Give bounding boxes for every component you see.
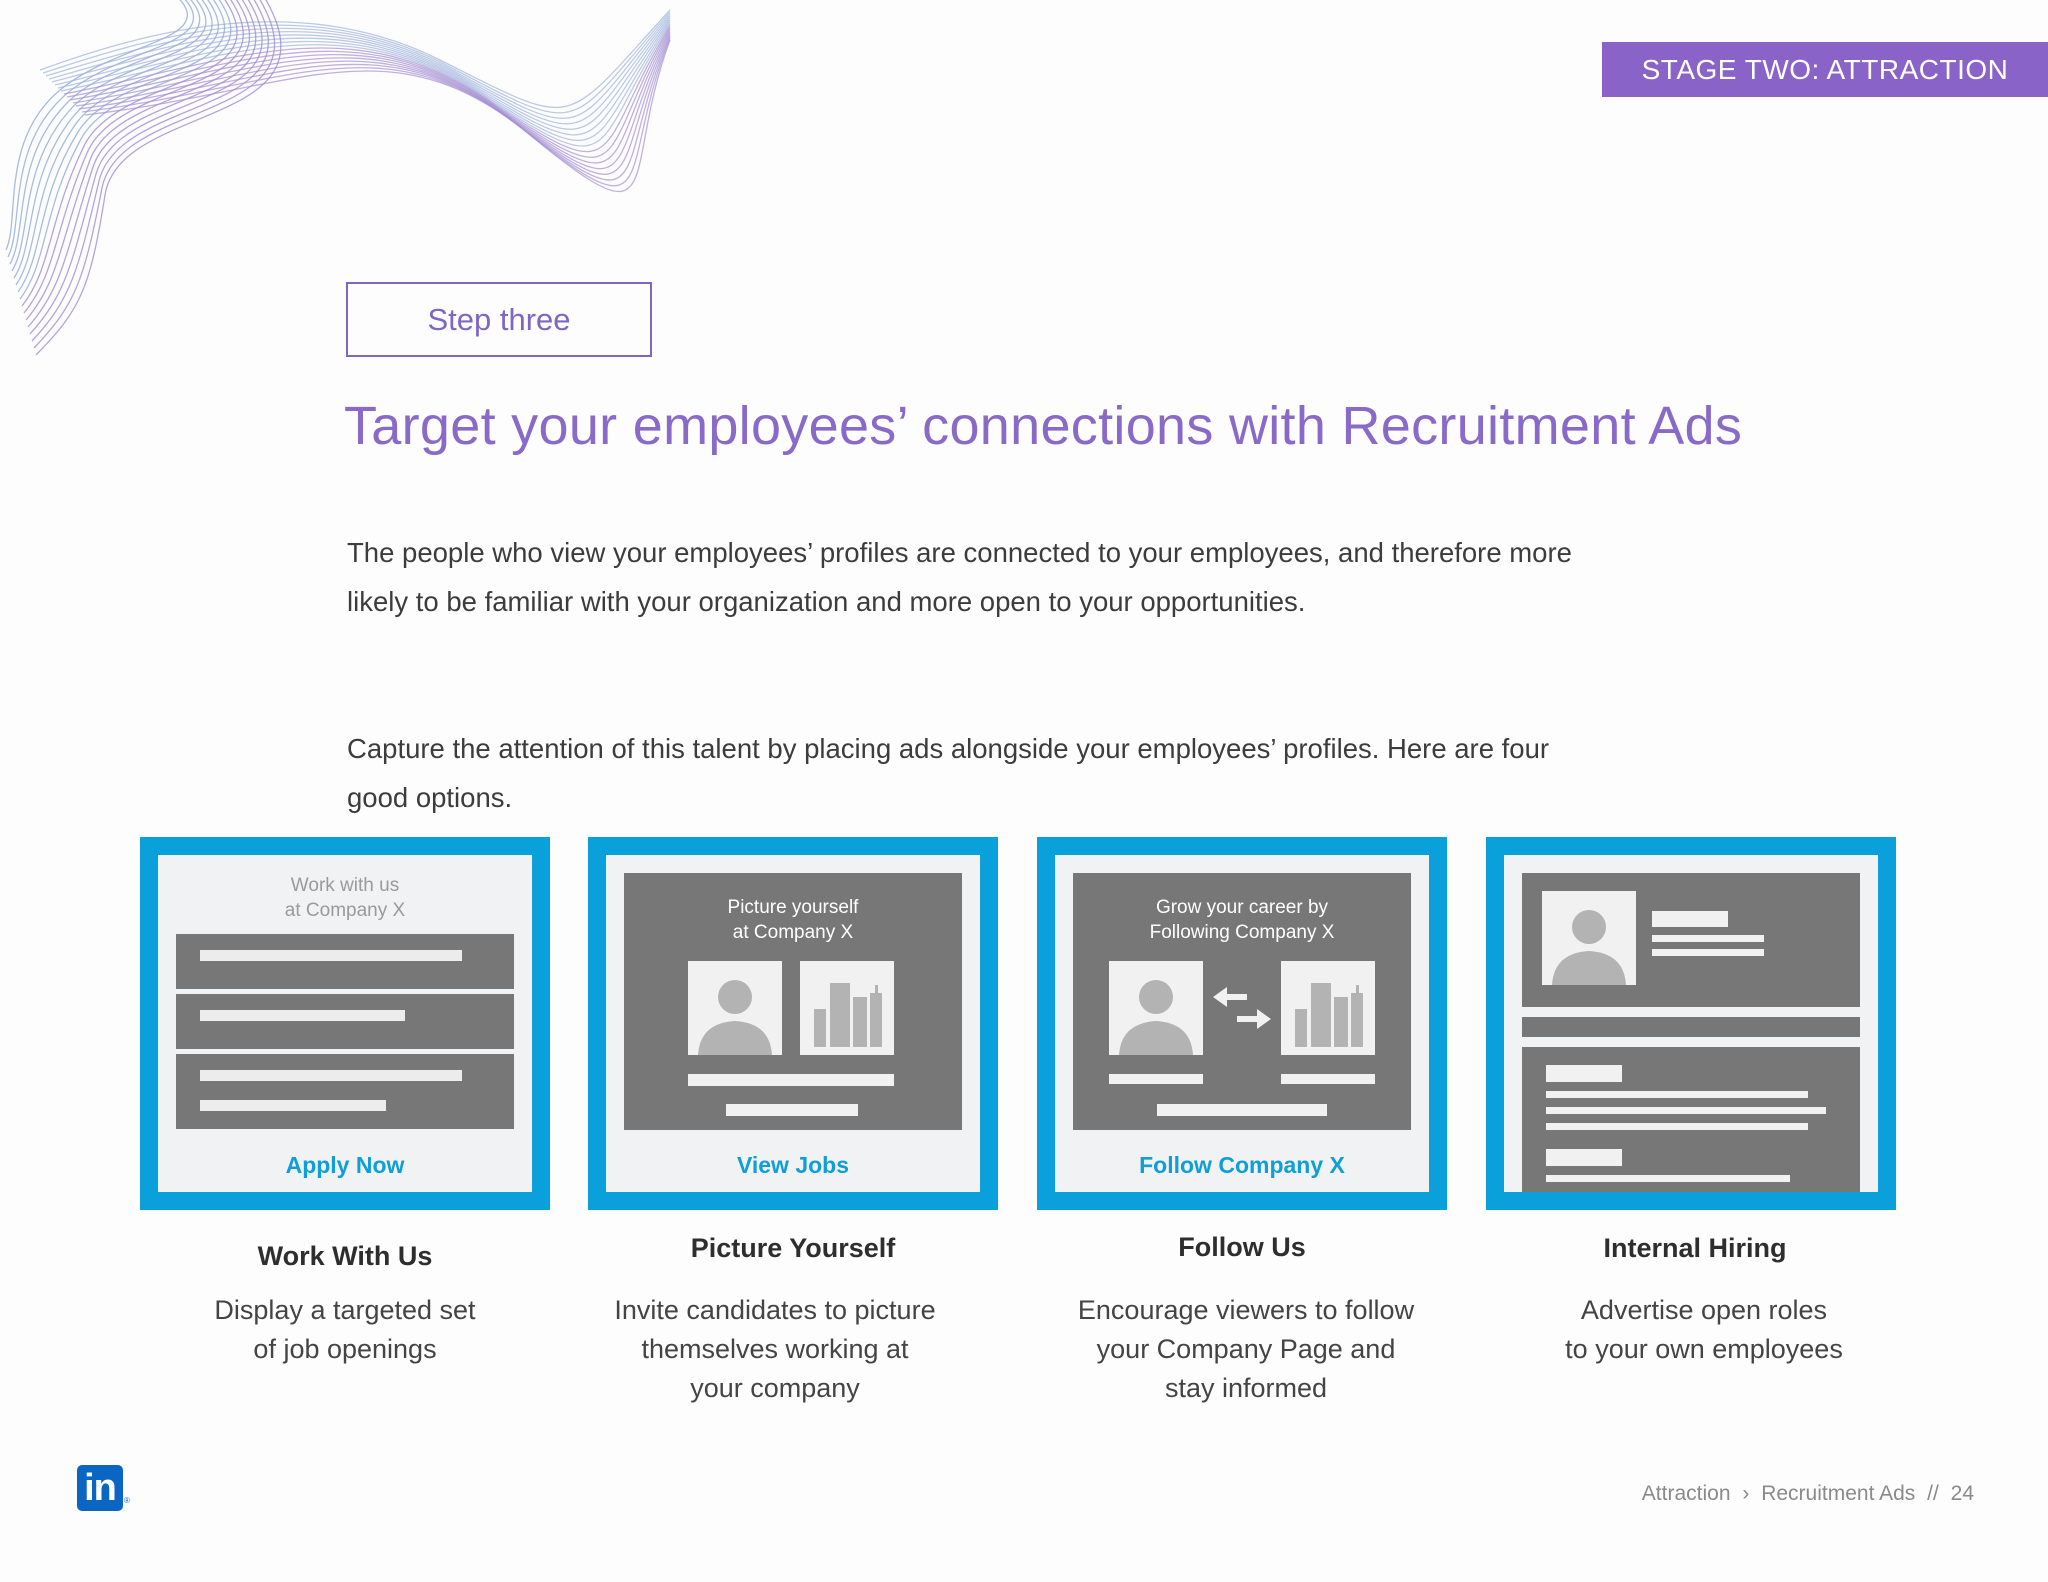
wave-line (48, 15, 671, 125)
description-line: stay informed (1164, 1373, 1328, 1403)
breadcrumb-subsection: Recruitment Ads (1761, 1482, 1916, 1505)
mock-caption-line: Grow your career by (1155, 897, 1329, 918)
ad-example-picture-yourself: Picture yourself at Company X View Jobs (588, 837, 998, 1210)
mock-caption: Picture yourself at Company X (624, 895, 962, 945)
breadcrumb-divider: // (1927, 1482, 1939, 1505)
building-icon (1281, 961, 1375, 1055)
person-avatar-icon (1109, 961, 1203, 1055)
description-line: Invite candidates to picture (614, 1295, 936, 1325)
card-title-internal-hiring: Internal Hiring (1603, 1233, 1787, 1263)
text-placeholder (1546, 1065, 1622, 1082)
page-number: 24 (1950, 1482, 1974, 1505)
stage-banner: STAGE TWO: ATTRACTION (1602, 42, 2048, 97)
text-placeholder (1652, 949, 1764, 956)
description-line: Advertise open roles (1580, 1295, 1828, 1325)
job-listing-row (176, 1054, 514, 1129)
mock-caption-line: at Company X (284, 900, 406, 921)
text-placeholder (1546, 1091, 1808, 1098)
text-placeholder (1652, 911, 1728, 927)
exchange-arrows-icon (1213, 987, 1271, 1029)
ad-panel: Grow your career by Following Company X (1073, 873, 1411, 1130)
wave-line (9, 0, 201, 265)
wave-line (21, 0, 238, 307)
mock-caption: Grow your career by Following Company X (1073, 895, 1411, 945)
text-placeholder (1109, 1074, 1203, 1084)
step-label: Step three (346, 282, 652, 357)
linkedin-logo-icon: in (77, 1465, 123, 1511)
description-line: Display a targeted set (214, 1295, 476, 1325)
text-placeholder (1546, 1107, 1826, 1114)
ad-mockup (1504, 855, 1878, 1192)
profile-header-panel (1522, 873, 1860, 1007)
card-title-picture-yourself: Picture Yourself (690, 1233, 896, 1263)
text-placeholder (200, 1010, 405, 1021)
mock-caption: Work with us at Company X (158, 873, 532, 923)
ad-example-work-with-us: Work with us at Company X Apply Now (140, 837, 550, 1210)
ad-mockup: Work with us at Company X Apply Now (158, 855, 532, 1192)
text-placeholder (1546, 1175, 1790, 1182)
view-jobs-button[interactable]: View Jobs (606, 1152, 980, 1179)
text-placeholder (200, 950, 462, 961)
text-placeholder (1546, 1123, 1808, 1130)
description-line: themselves working at (641, 1334, 909, 1364)
description-line: your Company Page and (1096, 1334, 1396, 1364)
text-placeholder (1652, 935, 1764, 942)
person-avatar-icon (688, 961, 782, 1055)
text-placeholder (1546, 1149, 1622, 1166)
options-paragraph: Capture the attention of this talent by … (347, 733, 1550, 813)
description-line: of job openings (253, 1334, 437, 1364)
card-title-work-with-us: Work With Us (257, 1241, 433, 1271)
footer-breadcrumb: Attraction › Recruitment Ads // 24 (1636, 1482, 1974, 1506)
ad-example-internal-hiring (1486, 837, 1896, 1210)
divider-bar (1522, 1017, 1860, 1037)
card-description: Advertise open roles to your own employe… (1499, 1291, 1909, 1369)
mock-caption-line: Following Company X (1149, 922, 1335, 943)
ad-mockup: Picture yourself at Company X View Jobs (606, 855, 980, 1192)
job-listing-row (176, 934, 514, 989)
text-placeholder (1157, 1104, 1327, 1116)
description-line: to your own employees (1565, 1334, 1843, 1364)
mock-caption-line: Picture yourself (727, 897, 859, 918)
breadcrumb-section: Attraction (1641, 1482, 1731, 1505)
profile-body-panel (1522, 1047, 1860, 1192)
ad-panel: Picture yourself at Company X (624, 873, 962, 1130)
card-description: Encourage viewers to follow your Company… (1041, 1291, 1451, 1408)
card-description: Display a targeted set of job openings (140, 1291, 550, 1369)
person-avatar-icon (1542, 891, 1636, 985)
ad-mockup: Grow your career by Following Company X … (1055, 855, 1429, 1192)
registered-mark: ® (124, 1496, 130, 1505)
text-placeholder (726, 1104, 858, 1116)
follow-company-button[interactable]: Follow Company X (1055, 1152, 1429, 1179)
apply-now-button[interactable]: Apply Now (158, 1152, 532, 1179)
card-description: Invite candidates to picture themselves … (570, 1291, 980, 1408)
description-line: your company (690, 1373, 860, 1403)
description-line: Encourage viewers to follow (1077, 1295, 1415, 1325)
ad-example-follow-us: Grow your career by Following Company X … (1037, 837, 1447, 1210)
card-title-follow-us: Follow Us (1178, 1232, 1306, 1262)
text-placeholder (688, 1074, 894, 1086)
building-icon (800, 961, 894, 1055)
mock-caption-line: Work with us (290, 875, 400, 896)
mock-caption-line: at Company X (732, 922, 854, 943)
page-title: Target your employees’ connections with … (344, 396, 1743, 456)
text-placeholder (1281, 1074, 1375, 1084)
job-listing-row (176, 994, 514, 1049)
breadcrumb-separator: › (1742, 1482, 1750, 1505)
wave-line (29, 0, 263, 335)
text-placeholder (200, 1100, 386, 1111)
intro-paragraph: The people who view your employees’ prof… (347, 537, 1572, 617)
text-placeholder (200, 1070, 462, 1081)
